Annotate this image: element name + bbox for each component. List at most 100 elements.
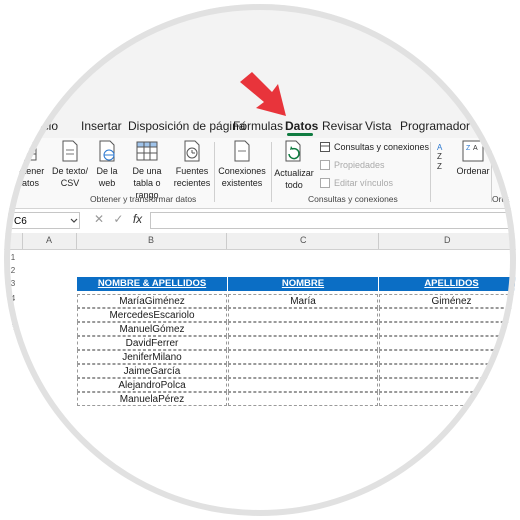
- existing-connections-label: Conexiones existentes: [218, 166, 266, 188]
- ribbon-separator: [271, 142, 272, 202]
- sort-az-button[interactable]: AZZ: [434, 140, 452, 173]
- group-queries-label: Consultas y conexiones: [308, 194, 398, 204]
- svg-text:Z: Z: [466, 145, 471, 152]
- cancel-icon[interactable]: ✕: [94, 212, 104, 226]
- get-data-button[interactable]: Obtener datos: [8, 140, 48, 189]
- table-cell[interactable]: MaríaGiménez: [77, 294, 227, 308]
- edit-links-icon: [320, 178, 330, 188]
- row-header[interactable]: 8: [4, 351, 22, 360]
- recent-sources-button[interactable]: Fuentes recientes: [172, 140, 212, 189]
- table-cell[interactable]: JeniferMilano: [77, 350, 227, 364]
- formula-input[interactable]: [150, 212, 516, 229]
- table-icon: [136, 141, 158, 161]
- table-cell[interactable]: [228, 350, 378, 364]
- tab-datos[interactable]: Datos: [285, 119, 318, 133]
- text-file-icon: [62, 140, 78, 162]
- table-cell[interactable]: María: [228, 294, 378, 308]
- table-cell[interactable]: [228, 364, 378, 378]
- formula-bar: C6 ✕ ✓ fx: [4, 209, 516, 234]
- table-cell[interactable]: [379, 392, 516, 406]
- header-cell-nombre-apellidos[interactable]: NOMBRE & APELLIDOS: [77, 277, 227, 291]
- sort-label: Ordenar: [456, 166, 490, 176]
- table-cell[interactable]: ManuelaPérez: [77, 392, 227, 406]
- column-header-d[interactable]: D: [444, 235, 451, 245]
- svg-text:Z: Z: [437, 152, 442, 161]
- table-cell[interactable]: ManuelGómez: [77, 322, 227, 336]
- formula-controls: ✕ ✓ fx: [94, 212, 142, 226]
- row-header[interactable]: 4: [4, 294, 22, 303]
- tab-disposicion[interactable]: Disposición de página: [128, 119, 245, 133]
- refresh-icon: [285, 140, 301, 162]
- table-cell[interactable]: [379, 322, 516, 336]
- row-header[interactable]: 1: [4, 253, 22, 262]
- header-cell-nombre[interactable]: NOMBRE: [228, 277, 378, 291]
- tab-formulas[interactable]: Fórmulas: [233, 119, 283, 133]
- row-header[interactable]: 3: [4, 279, 22, 288]
- row-header[interactable]: 12: [4, 407, 22, 416]
- existing-connections-button[interactable]: Conexiones existentes: [216, 140, 268, 189]
- from-web-label: De la web: [96, 166, 118, 188]
- row-header[interactable]: 7: [4, 337, 22, 346]
- header-cell-apellidos[interactable]: APELLIDOS: [379, 277, 516, 291]
- table-cell[interactable]: AlejandroPolca: [77, 378, 227, 392]
- table-cell[interactable]: MercedesEscariolo: [77, 308, 227, 322]
- tab-insertar[interactable]: Insertar: [81, 119, 122, 133]
- from-web-button[interactable]: De la web: [90, 140, 124, 189]
- column-header-b[interactable]: B: [148, 235, 154, 245]
- from-text-button[interactable]: De texto/ CSV: [50, 140, 90, 189]
- row-header[interactable]: 6: [4, 323, 22, 332]
- tab-programador[interactable]: Programador: [400, 119, 470, 133]
- sort-button[interactable]: ZA Ordenar: [456, 140, 490, 177]
- properties-icon: [320, 160, 330, 170]
- table-cell[interactable]: [379, 308, 516, 322]
- row-header[interactable]: 5: [4, 309, 22, 318]
- svg-text:Z: Z: [437, 162, 442, 170]
- recent-sources-icon: [184, 140, 200, 162]
- queries-connections-label: Consultas y conexiones: [334, 142, 430, 152]
- column-header-c[interactable]: C: [300, 235, 307, 245]
- table-cell[interactable]: [228, 322, 378, 336]
- tab-inicio[interactable]: Inicio: [30, 119, 58, 133]
- recent-sources-label: Fuentes recientes: [173, 166, 211, 188]
- table-cell[interactable]: JaimeGarcía: [77, 364, 227, 378]
- spreadsheet-grid: A B C D 1 2 3 4 5 6 7 8 9 10 11 12 NOMBR…: [4, 233, 516, 516]
- column-header-a[interactable]: A: [46, 235, 52, 245]
- edit-links-button[interactable]: Editar vínculos: [320, 178, 393, 188]
- enter-icon[interactable]: ✓: [113, 212, 123, 226]
- get-data-label: Obtener datos: [11, 166, 45, 188]
- ribbon: Obtener datos De texto/ CSV De la web De…: [4, 138, 516, 209]
- chevron-down-icon[interactable]: [70, 218, 78, 224]
- refresh-all-button[interactable]: Actualizar todo: [274, 140, 314, 191]
- screenshot-circle: Inicio Insertar Disposición de página Fó…: [4, 4, 516, 516]
- table-cell[interactable]: [379, 336, 516, 350]
- table-cell[interactable]: [379, 378, 516, 392]
- table-cell[interactable]: [228, 308, 378, 322]
- queries-icon: [320, 142, 330, 152]
- row-header[interactable]: 10: [4, 379, 22, 388]
- group-sort-label: Ordenar y filtrar: [492, 194, 516, 204]
- from-text-label: De texto/ CSV: [51, 166, 89, 188]
- connections-icon: [234, 140, 250, 162]
- table-cell[interactable]: [228, 378, 378, 392]
- row-header[interactable]: 11: [4, 393, 22, 402]
- table-cell[interactable]: [228, 392, 378, 406]
- refresh-all-label: Actualizar todo: [274, 168, 314, 190]
- table-cell[interactable]: [379, 350, 516, 364]
- table-cell[interactable]: [379, 364, 516, 378]
- ribbon-separator: [214, 142, 215, 202]
- fx-label[interactable]: fx: [133, 212, 142, 226]
- properties-button[interactable]: Propiedades: [320, 160, 385, 170]
- table-cell[interactable]: Giménez: [379, 294, 516, 308]
- database-icon: [19, 141, 37, 161]
- group-get-transform-label: Obtener y transformar datos: [90, 194, 197, 204]
- from-table-button[interactable]: De una tabla o rango: [122, 140, 172, 201]
- sort-az-icon: AZZ: [437, 143, 443, 170]
- table-cell[interactable]: DavidFerrer: [77, 336, 227, 350]
- sort-icon: ZA: [462, 140, 484, 162]
- row-header[interactable]: 9: [4, 365, 22, 374]
- row-header[interactable]: 2: [4, 266, 22, 275]
- queries-connections-button[interactable]: Consultas y conexiones: [320, 142, 429, 152]
- tab-vista[interactable]: Vista: [365, 119, 391, 133]
- table-cell[interactable]: [228, 336, 378, 350]
- tab-revisar[interactable]: Revisar: [322, 119, 363, 133]
